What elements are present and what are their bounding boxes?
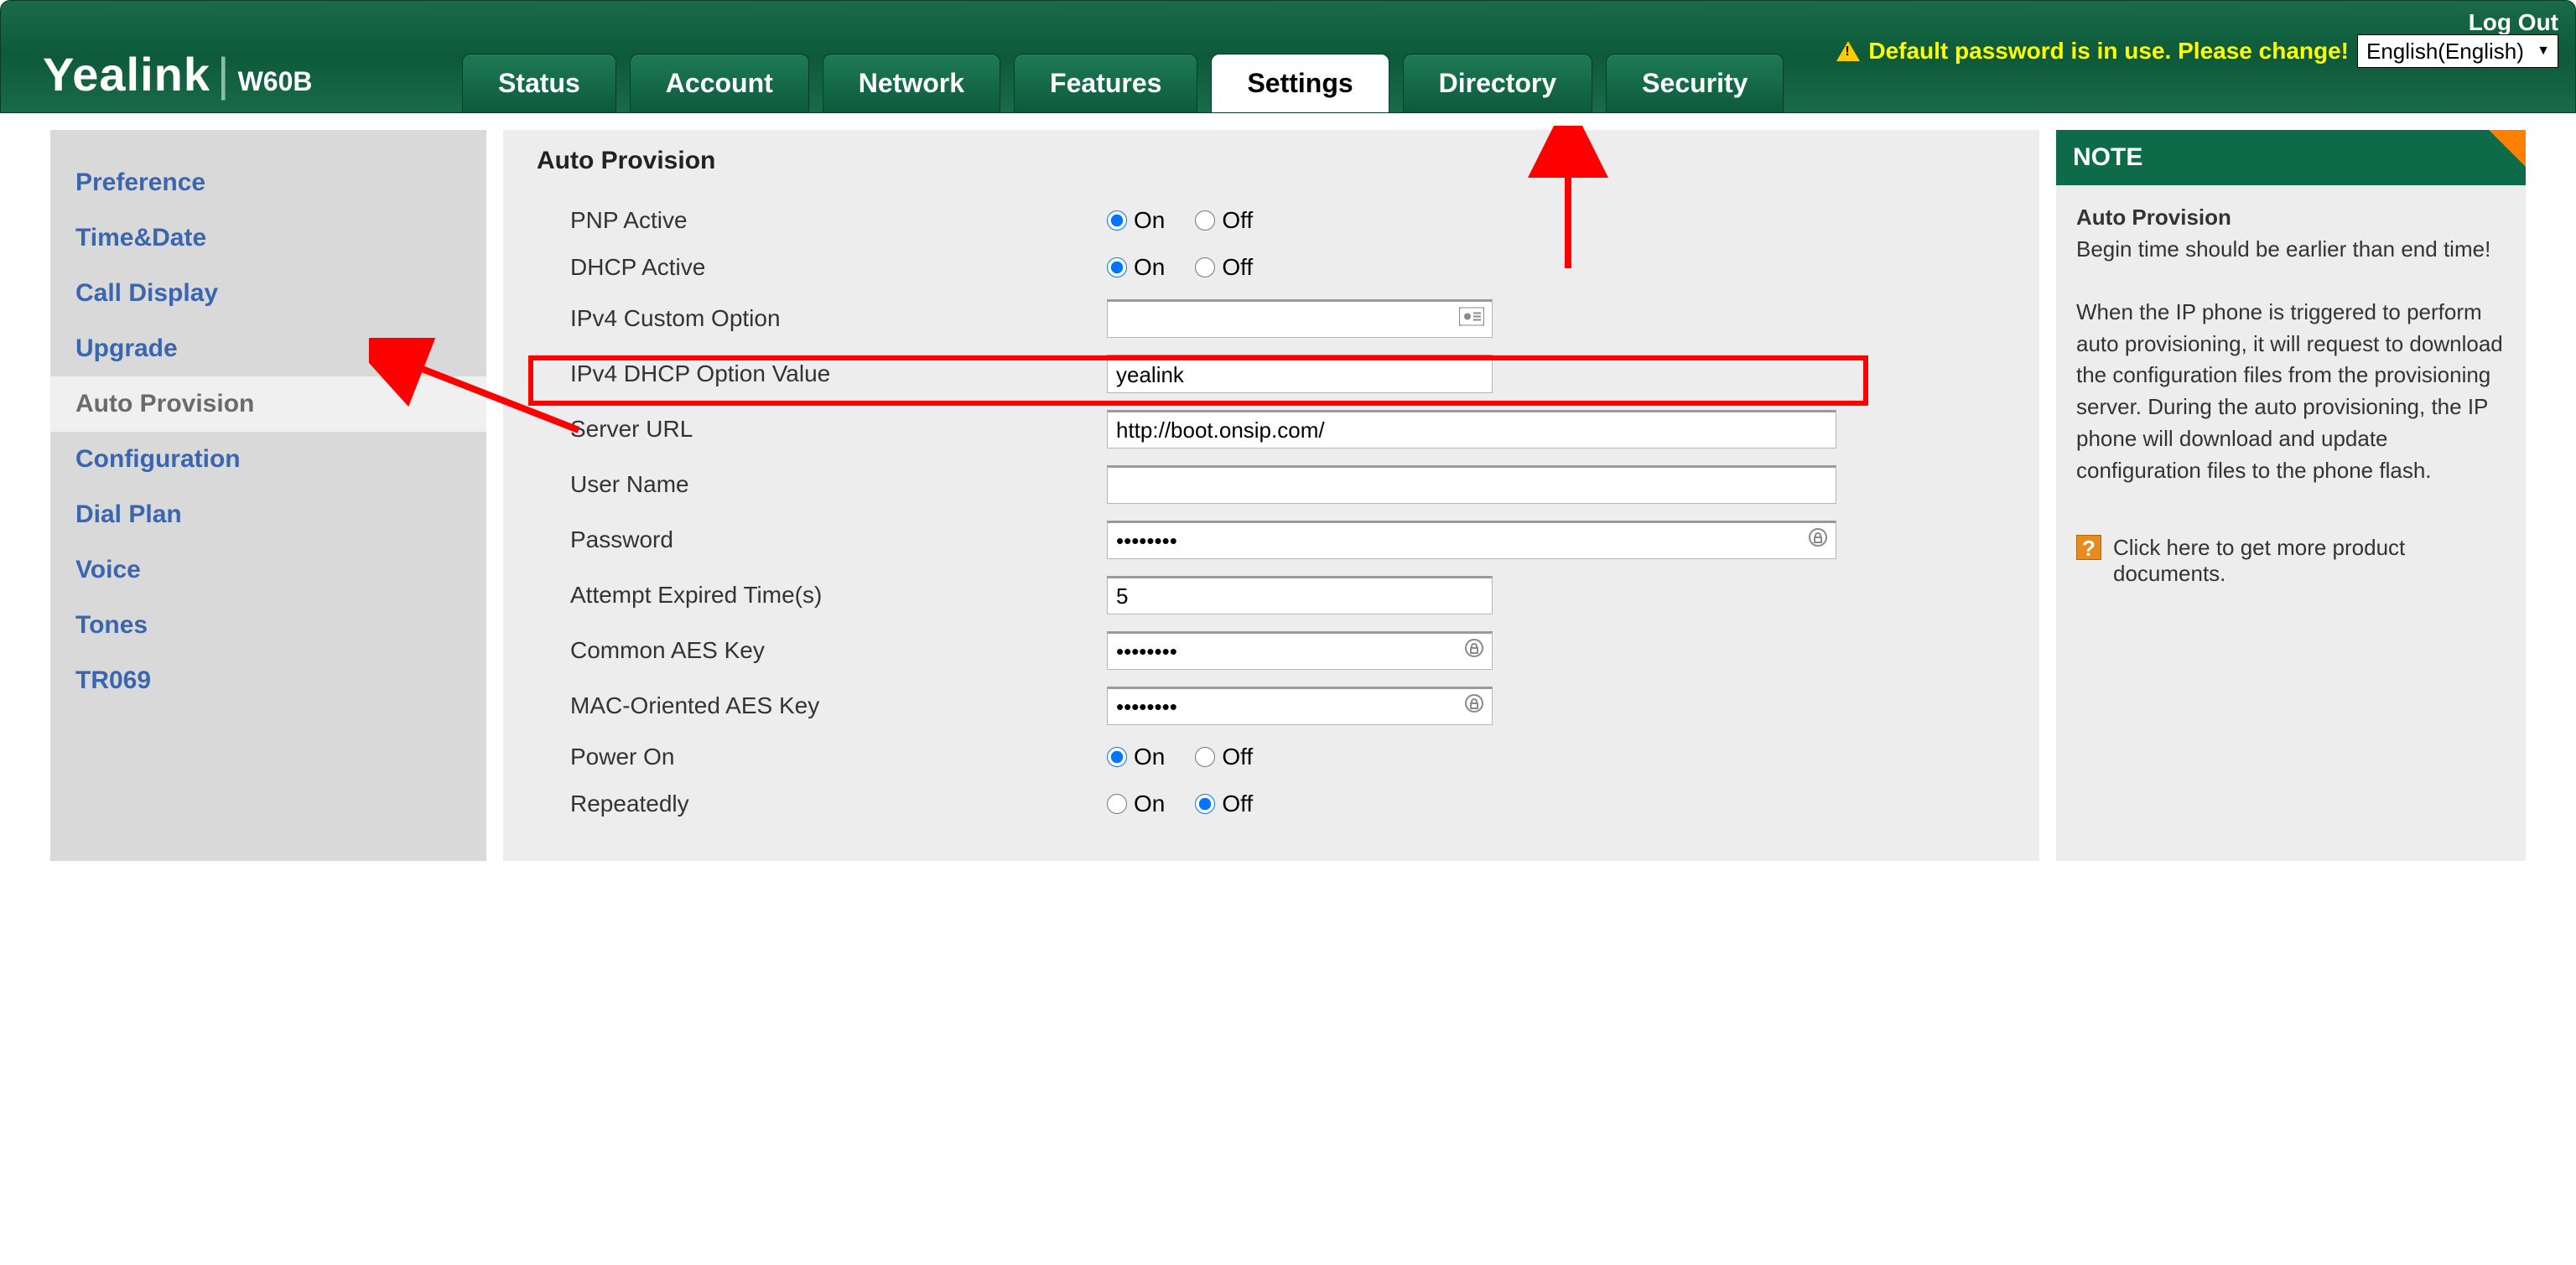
main-panel: Auto Provision PNP Active On Off DHCP Ac… bbox=[503, 130, 2039, 861]
dhcp-off-radio[interactable] bbox=[1195, 257, 1215, 277]
arrow-to-settings-tab bbox=[1526, 126, 1610, 277]
username-input[interactable] bbox=[1107, 465, 1836, 504]
row-macaes: MAC-Oriented AES Key bbox=[537, 678, 2006, 734]
section-title: Auto Provision bbox=[537, 147, 2006, 175]
warning-icon bbox=[1836, 41, 1860, 61]
repeatedly-off-radio[interactable] bbox=[1195, 794, 1215, 814]
row-repeatedly: Repeatedly On Off bbox=[537, 780, 2006, 827]
note-heading: Auto Provision bbox=[2076, 205, 2231, 230]
label-ipv4custom: IPv4 Custom Option bbox=[570, 305, 1107, 332]
warning-text[interactable]: Default password is in use. Please chang… bbox=[1868, 38, 2349, 65]
password-input[interactable] bbox=[1107, 521, 1836, 559]
ipv4custom-input[interactable] bbox=[1107, 299, 1493, 338]
pnp-off-radio[interactable] bbox=[1195, 210, 1215, 231]
language-select[interactable]: English(English) bbox=[2357, 34, 2558, 68]
label-commonaes: Common AES Key bbox=[570, 637, 1107, 664]
label-username: User Name bbox=[570, 471, 1107, 498]
sidebar-item-dialplan[interactable]: Dial Plan bbox=[50, 487, 486, 542]
note-header: NOTE bbox=[2056, 130, 2526, 185]
tab-settings[interactable]: Settings bbox=[1211, 54, 1389, 112]
sidebar-item-configuration[interactable]: Configuration bbox=[50, 432, 486, 487]
header: Log Out Default password is in use. Plea… bbox=[0, 0, 2576, 113]
label-password: Password bbox=[570, 526, 1107, 553]
note-text: When the IP phone is triggered to perfor… bbox=[2076, 299, 2503, 482]
label-ipv4dhcp: IPv4 DHCP Option Value bbox=[570, 360, 1107, 387]
row-password: Password bbox=[537, 512, 2006, 568]
content: Preference Time&Date Call Display Upgrad… bbox=[0, 113, 2576, 861]
tab-status[interactable]: Status bbox=[462, 54, 616, 112]
serverurl-input[interactable] bbox=[1107, 410, 1836, 448]
label-serverurl: Server URL bbox=[570, 416, 1107, 443]
row-poweron: Power On On Off bbox=[537, 734, 2006, 780]
lock-icon bbox=[1464, 638, 1484, 663]
label-pnp: PNP Active bbox=[570, 207, 1107, 234]
tab-directory[interactable]: Directory bbox=[1403, 54, 1593, 112]
pnp-off[interactable]: Off bbox=[1195, 207, 1253, 234]
sidebar-item-tr069[interactable]: TR069 bbox=[50, 653, 486, 708]
contact-icon bbox=[1459, 306, 1484, 332]
label-macaes: MAC-Oriented AES Key bbox=[570, 692, 1107, 719]
logo-divider: | bbox=[217, 47, 230, 101]
note-corner-icon bbox=[2489, 130, 2526, 167]
attempt-input[interactable] bbox=[1107, 576, 1493, 614]
lock-icon bbox=[1464, 693, 1484, 718]
logo: Yealink bbox=[43, 47, 210, 101]
repeatedly-on[interactable]: On bbox=[1107, 791, 1165, 817]
poweron-off-radio[interactable] bbox=[1195, 747, 1215, 767]
arrow-to-autoprovision bbox=[369, 338, 587, 438]
tab-network[interactable]: Network bbox=[823, 54, 1000, 112]
row-pnp: PNP Active On Off bbox=[537, 197, 2006, 244]
macaes-input[interactable] bbox=[1107, 687, 1493, 725]
row-dhcp: DHCP Active On Off bbox=[537, 244, 2006, 291]
note-doclink[interactable]: ? Click here to get more product documen… bbox=[2056, 535, 2526, 604]
ipv4dhcp-input[interactable] bbox=[1107, 355, 1493, 393]
tab-security[interactable]: Security bbox=[1606, 54, 1784, 112]
dhcp-off[interactable]: Off bbox=[1195, 254, 1253, 281]
note-body: Auto Provision Begin time should be earl… bbox=[2056, 185, 2526, 535]
logout-link[interactable]: Log Out bbox=[2469, 9, 2558, 36]
lock-icon bbox=[1808, 527, 1828, 552]
poweron-on[interactable]: On bbox=[1107, 744, 1165, 770]
row-username: User Name bbox=[537, 457, 2006, 512]
dhcp-on[interactable]: On bbox=[1107, 254, 1165, 281]
dhcp-on-radio[interactable] bbox=[1107, 257, 1127, 277]
note-panel: NOTE Auto Provision Begin time should be… bbox=[2056, 130, 2526, 861]
model-label: W60B bbox=[238, 66, 313, 97]
sidebar: Preference Time&Date Call Display Upgrad… bbox=[50, 130, 486, 861]
sidebar-item-preference[interactable]: Preference bbox=[50, 155, 486, 210]
poweron-off[interactable]: Off bbox=[1195, 744, 1253, 770]
row-serverurl: Server URL bbox=[537, 402, 2006, 457]
top-tabs: Status Account Network Features Settings… bbox=[462, 54, 1784, 112]
label-poweron: Power On bbox=[570, 744, 1107, 770]
label-repeatedly: Repeatedly bbox=[570, 791, 1107, 817]
label-attempt: Attempt Expired Time(s) bbox=[570, 582, 1107, 609]
poweron-on-radio[interactable] bbox=[1107, 747, 1127, 767]
row-attempt: Attempt Expired Time(s) bbox=[537, 568, 2006, 623]
warning-bar: Default password is in use. Please chang… bbox=[1836, 34, 2558, 68]
tab-features[interactable]: Features bbox=[1014, 54, 1197, 112]
pnp-on-radio[interactable] bbox=[1107, 210, 1127, 231]
tab-account[interactable]: Account bbox=[630, 54, 809, 112]
sidebar-item-tones[interactable]: Tones bbox=[50, 598, 486, 653]
row-ipv4dhcp: IPv4 DHCP Option Value bbox=[537, 346, 2006, 402]
row-commonaes: Common AES Key bbox=[537, 623, 2006, 678]
pnp-on[interactable]: On bbox=[1107, 207, 1165, 234]
sidebar-item-timedate[interactable]: Time&Date bbox=[50, 210, 486, 266]
logo-area: Yealink | W60B bbox=[43, 47, 312, 101]
sidebar-item-voice[interactable]: Voice bbox=[50, 542, 486, 598]
sidebar-item-calldisplay[interactable]: Call Display bbox=[50, 266, 486, 321]
note-line1: Begin time should be earlier than end ti… bbox=[2076, 236, 2490, 262]
repeatedly-on-radio[interactable] bbox=[1107, 794, 1127, 814]
label-dhcp: DHCP Active bbox=[570, 254, 1107, 281]
row-ipv4custom: IPv4 Custom Option bbox=[537, 291, 2006, 346]
question-icon: ? bbox=[2076, 535, 2101, 560]
commonaes-input[interactable] bbox=[1107, 631, 1493, 670]
repeatedly-off[interactable]: Off bbox=[1195, 791, 1253, 817]
